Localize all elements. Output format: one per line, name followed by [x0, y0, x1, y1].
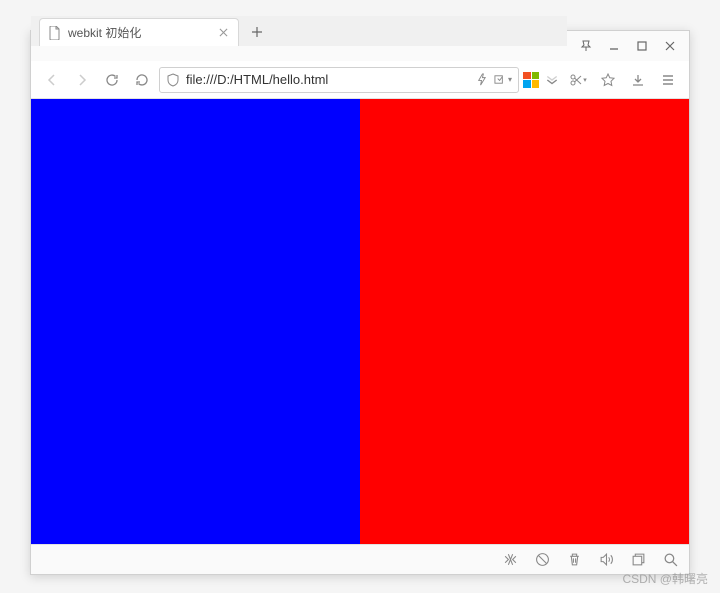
expand-icon[interactable]	[543, 67, 561, 93]
search-icon[interactable]	[661, 551, 679, 569]
lightning-icon[interactable]	[472, 71, 490, 89]
address-bar[interactable]: ▾	[159, 67, 519, 93]
forward-button[interactable]	[69, 67, 95, 93]
close-icon[interactable]	[216, 26, 230, 40]
left-panel	[31, 99, 360, 544]
tab-active[interactable]: webkit 初始化	[39, 18, 239, 46]
viewport	[31, 99, 689, 544]
undo-button[interactable]	[129, 67, 155, 93]
download-icon[interactable]	[625, 67, 651, 93]
adblock-icon[interactable]	[533, 551, 551, 569]
window-header: webkit 初始化	[31, 31, 689, 61]
crossed-arrows-icon[interactable]	[501, 551, 519, 569]
status-bar	[31, 544, 689, 574]
trash-icon[interactable]	[565, 551, 583, 569]
microsoft-icon[interactable]	[523, 72, 539, 88]
pin-icon[interactable]	[575, 35, 597, 57]
favorite-icon[interactable]	[595, 67, 621, 93]
shield-icon	[166, 73, 180, 87]
page-icon	[48, 26, 62, 40]
maximize-button[interactable]	[631, 35, 653, 57]
scissors-icon[interactable]: ▾	[565, 67, 591, 93]
close-button[interactable]	[659, 35, 681, 57]
right-panel	[360, 99, 689, 544]
minimize-button[interactable]	[603, 35, 625, 57]
address-suffix: ▾	[472, 71, 512, 89]
compat-icon[interactable]: ▾	[494, 71, 512, 89]
browser-window: webkit 初始化	[30, 30, 690, 575]
volume-icon[interactable]	[597, 551, 615, 569]
back-button[interactable]	[39, 67, 65, 93]
menu-icon[interactable]	[655, 67, 681, 93]
new-tab-button[interactable]	[243, 18, 271, 46]
reload-button[interactable]	[99, 67, 125, 93]
toolbar: ▾ ▾	[31, 61, 689, 99]
restore-icon[interactable]	[629, 551, 647, 569]
url-input[interactable]	[186, 72, 466, 87]
tab-title: webkit 初始化	[68, 24, 210, 41]
window-controls	[567, 31, 689, 61]
tab-bar: webkit 初始化	[31, 16, 567, 46]
